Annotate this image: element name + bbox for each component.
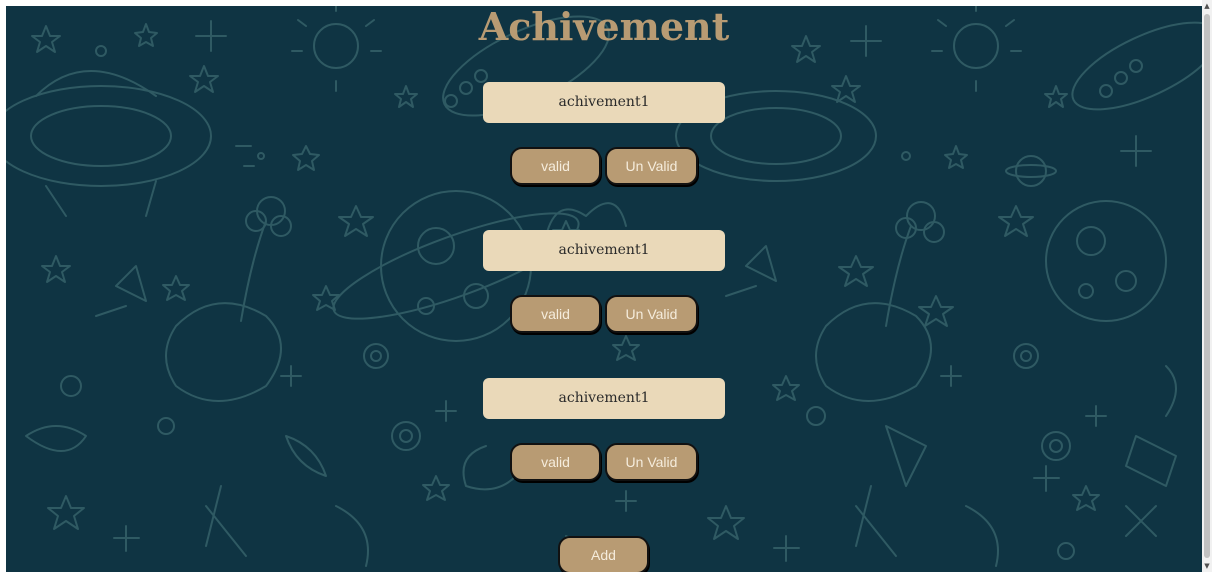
triangle-down-icon[interactable]: ▼ — [1202, 560, 1212, 572]
unvalid-button[interactable]: Un Valid — [605, 295, 698, 333]
unvalid-button[interactable]: Un Valid — [605, 443, 698, 481]
unvalid-button[interactable]: Un Valid — [605, 147, 698, 185]
page-title: Achivement — [478, 6, 730, 49]
add-button[interactable]: Add — [558, 536, 649, 572]
achievement-field[interactable]: achivement1 — [483, 230, 725, 271]
valid-button[interactable]: valid — [510, 443, 601, 481]
valid-button[interactable]: valid — [510, 295, 601, 333]
achievement-field[interactable]: achivement1 — [483, 82, 725, 123]
triangle-up-icon[interactable]: ▲ — [1202, 0, 1212, 12]
valid-button[interactable]: valid — [510, 147, 601, 185]
scrollbar-thumb[interactable] — [1204, 14, 1210, 558]
vertical-scrollbar[interactable]: ▲ ▼ — [1202, 0, 1212, 572]
page-viewport: Achivement achivement1 valid Un Valid ac… — [6, 6, 1202, 572]
achievement-field[interactable]: achivement1 — [483, 378, 725, 419]
